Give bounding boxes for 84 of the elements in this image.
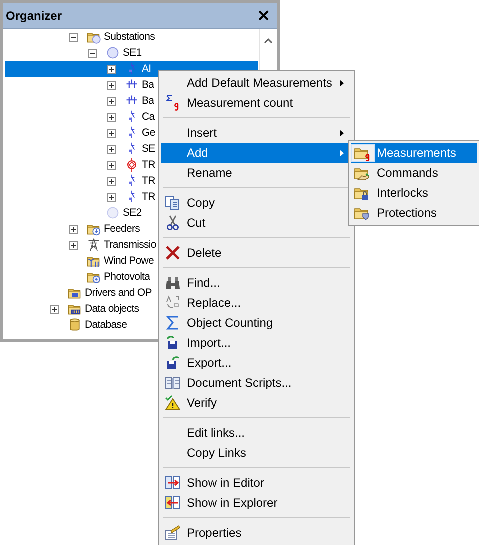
tree-item[interactable]: Ge bbox=[142, 126, 156, 140]
menu-item[interactable]: Add Default Measurements bbox=[161, 73, 352, 93]
warning-icon bbox=[165, 395, 181, 411]
folder-data-icon bbox=[68, 302, 82, 316]
tree-item[interactable]: SE2 bbox=[123, 206, 142, 220]
tree-item[interactable]: Wind Powe bbox=[104, 254, 154, 268]
menu-item[interactable]: Delete bbox=[161, 243, 352, 263]
collapse-icon[interactable] bbox=[88, 48, 97, 58]
menu-item[interactable]: Cut bbox=[161, 213, 352, 233]
tree-item[interactable]: AI bbox=[142, 62, 152, 76]
menu-item[interactable]: Interlocks bbox=[351, 183, 477, 203]
transformer-icon bbox=[125, 158, 139, 172]
expand-icon[interactable] bbox=[107, 112, 116, 122]
menu-item[interactable]: Edit links... bbox=[161, 423, 352, 443]
expand-icon[interactable] bbox=[107, 144, 116, 154]
tree-item[interactable]: SE bbox=[142, 142, 156, 156]
tree-item[interactable]: Ba bbox=[142, 78, 154, 92]
scissors-icon bbox=[165, 215, 181, 231]
submenu-arrow-icon[interactable] bbox=[340, 130, 344, 136]
copy-icon bbox=[165, 195, 181, 211]
expand-icon[interactable] bbox=[107, 64, 116, 74]
expand-icon[interactable] bbox=[107, 96, 116, 106]
folder-gear-icon bbox=[87, 270, 101, 284]
tree-item[interactable]: Drivers and OP bbox=[85, 286, 152, 300]
sigma-icon bbox=[165, 315, 181, 331]
menu-item[interactable]: Export... bbox=[161, 353, 352, 373]
menu-item[interactable]: Verify bbox=[161, 393, 352, 413]
pylon-icon bbox=[87, 238, 101, 252]
properties-icon bbox=[165, 525, 181, 541]
menu-item[interactable]: Document Scripts... bbox=[161, 373, 352, 393]
tree-item[interactable]: TR bbox=[142, 174, 156, 188]
binoculars-icon bbox=[165, 275, 181, 291]
folder-turbine-icon bbox=[87, 254, 101, 268]
menu-item[interactable]: Replace... bbox=[161, 293, 352, 313]
menu-item[interactable]: Insert bbox=[161, 123, 352, 143]
expand-icon[interactable] bbox=[107, 176, 116, 186]
close-button[interactable]: × bbox=[254, 8, 273, 24]
book-icon bbox=[165, 375, 181, 391]
delete-icon bbox=[165, 245, 181, 261]
tree-item[interactable]: TR bbox=[142, 190, 156, 204]
tree-item[interactable]: Transmissio bbox=[104, 238, 156, 252]
expand-icon[interactable] bbox=[69, 240, 78, 250]
menu-item[interactable]: Show in Editor bbox=[161, 473, 352, 493]
submenu-arrow-icon[interactable] bbox=[340, 80, 344, 86]
tree-item[interactable]: Database bbox=[85, 318, 128, 332]
menu-item[interactable]: Rename bbox=[161, 163, 352, 183]
expand-icon[interactable] bbox=[107, 160, 116, 170]
tree-item[interactable]: Ba bbox=[142, 94, 154, 108]
arrow-left-icon bbox=[165, 495, 181, 511]
circle-icon bbox=[106, 46, 120, 60]
arrow-right-icon bbox=[165, 475, 181, 491]
tree-item[interactable]: Data objects bbox=[85, 302, 140, 316]
expand-icon[interactable] bbox=[107, 128, 116, 138]
database-icon bbox=[68, 318, 82, 332]
tree-item[interactable]: Substations bbox=[104, 30, 156, 44]
circle-icon bbox=[106, 206, 120, 220]
expand-icon[interactable] bbox=[107, 192, 116, 202]
collapse-icon[interactable] bbox=[69, 32, 78, 42]
tree-item[interactable]: Photovolta bbox=[104, 270, 150, 284]
menu-item[interactable]: Copy Links bbox=[161, 443, 352, 463]
menu-item[interactable]: Protections bbox=[351, 203, 477, 223]
expand-icon[interactable] bbox=[50, 304, 59, 314]
folder-arrow-icon bbox=[87, 222, 101, 236]
menu-item[interactable]: Import... bbox=[161, 333, 352, 353]
menu-item[interactable]: Show in Explorer bbox=[161, 493, 352, 513]
folder-screen-icon bbox=[68, 286, 82, 300]
tree-item[interactable]: Ca bbox=[142, 110, 155, 124]
sigma-icon bbox=[165, 95, 181, 111]
menu-item[interactable]: Properties bbox=[161, 523, 352, 543]
expand-icon[interactable] bbox=[69, 224, 78, 234]
tree-item[interactable]: Feeders bbox=[104, 222, 140, 236]
export-icon bbox=[165, 355, 181, 371]
menu-item[interactable]: Commands bbox=[351, 163, 477, 183]
menu-item[interactable]: Measurement count bbox=[161, 93, 352, 113]
panel-title: Organizer bbox=[6, 8, 62, 22]
expand-icon[interactable] bbox=[107, 80, 116, 90]
tree-item[interactable]: TR bbox=[142, 158, 156, 172]
tree-item[interactable]: SE1 bbox=[123, 46, 142, 60]
scroll-up-icon[interactable] bbox=[264, 38, 273, 44]
menu-item[interactable]: Copy bbox=[161, 193, 352, 213]
menu-item[interactable]: Find... bbox=[161, 273, 352, 293]
menu-item[interactable]: Object Counting bbox=[161, 313, 352, 333]
replace-icon bbox=[165, 295, 181, 311]
menu-item[interactable]: Measurements bbox=[351, 143, 477, 163]
